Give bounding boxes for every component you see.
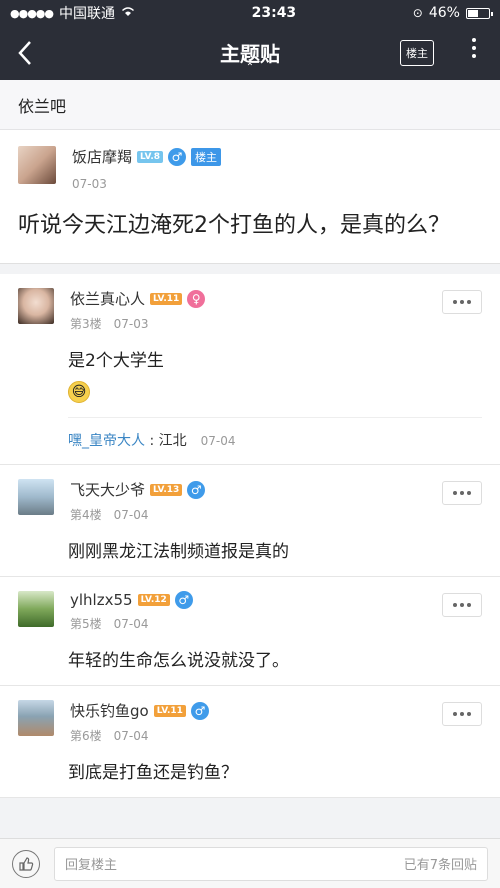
only-owner-button[interactable]: 楼主: [400, 40, 434, 66]
reply-date: 07-04: [113, 729, 149, 743]
status-bar: ●●●●● 中国联通 23:43 ⊙ 46%: [0, 0, 500, 26]
reply-item: ylhlzx55 LV.12 ♂ 第5楼 07-04 年轻的生命怎么说没就没了。: [0, 577, 500, 686]
post-date: 07-03: [72, 177, 107, 191]
level-badge: LV.11: [153, 704, 186, 717]
wifi-icon: [121, 5, 135, 21]
sub-reply[interactable]: 嘿_皇帝大人 : 江北 07-04: [68, 417, 482, 450]
avatar[interactable]: [18, 700, 54, 736]
reply-more-button[interactable]: [442, 593, 482, 617]
level-badge: LV.8: [137, 150, 163, 163]
reply-input-placeholder: 回复楼主: [65, 858, 118, 873]
orientation-lock-icon: ⊙: [412, 6, 423, 20]
avatar[interactable]: [18, 479, 54, 515]
post-content: 听说今天江边淹死2个打鱼的人，是真的么？: [18, 213, 450, 238]
reply-content: 到底是打鱼还是钓鱼？: [68, 763, 238, 783]
clock: 23:43: [251, 5, 297, 21]
floor-number: 第5楼: [70, 617, 102, 631]
reply-content: 是2个大学生: [68, 351, 164, 371]
sub-reply-date: 07-04: [200, 434, 236, 448]
reply-item: 依兰真心人 LV.11 ♀ 第3楼 07-03 是2个大学生 😅 嘿_皇帝大人 :…: [0, 274, 500, 465]
reply-item: 快乐钓鱼go LV.11 ♂ 第6楼 07-04 到底是打鱼还是钓鱼？: [0, 686, 500, 798]
floor-number: 第4楼: [70, 508, 102, 522]
reply-date: 07-04: [113, 508, 149, 522]
sub-reply-username[interactable]: 嘿_皇帝大人: [68, 433, 145, 449]
carrier-label: 中国联通: [59, 6, 115, 22]
level-badge: LV.12: [137, 594, 170, 606]
sweat-emoji-icon: 😅: [68, 381, 90, 403]
thumbs-up-button[interactable]: [12, 849, 40, 878]
original-post: 饭店摩羯 LV.8 ♂ 楼主 07-03 听说今天江边淹死2个打鱼的人，是真的么…: [0, 130, 500, 264]
avatar[interactable]: [18, 591, 54, 627]
reply-more-button[interactable]: [442, 702, 482, 726]
reply-username[interactable]: 依兰真心人: [70, 288, 145, 309]
thumbs-up-icon: [19, 856, 34, 871]
sub-reply-text: : 江北: [145, 433, 187, 449]
more-dot-icon: [472, 54, 476, 58]
level-badge: LV.11: [150, 292, 183, 305]
reply-date: 07-03: [113, 317, 149, 331]
back-button[interactable]: [0, 26, 50, 80]
avatar[interactable]: [18, 288, 54, 324]
reply-username[interactable]: ylhlzx55: [70, 591, 133, 609]
female-icon: ♀: [187, 289, 206, 308]
male-icon: ♂: [190, 701, 209, 720]
chevron-left-icon: [18, 41, 31, 65]
reply-input[interactable]: 回复楼主 已有7条回贴: [54, 846, 488, 881]
reply-count: 已有7条回贴: [403, 858, 477, 873]
male-icon: ♂: [168, 147, 186, 166]
battery-percent: 46%: [428, 5, 460, 21]
reply-username[interactable]: 快乐钓鱼go: [70, 700, 149, 721]
op-username[interactable]: 饭店摩羯: [72, 146, 132, 167]
forum-name: 依兰吧: [18, 96, 67, 116]
top-bar: ●●●●● 中国联通 23:43 ⊙ 46% 主题贴 ⌃ 楼主: [0, 0, 500, 80]
more-dot-icon: [472, 38, 476, 42]
reply-username[interactable]: 飞天大少爷: [70, 479, 145, 500]
reply-date: 07-04: [113, 617, 149, 631]
reply-content: 年轻的生命怎么说没就没了。: [68, 651, 289, 671]
more-menu-button[interactable]: [472, 38, 476, 58]
forum-name-bar[interactable]: 依兰吧: [0, 80, 500, 130]
avatar[interactable]: [18, 146, 56, 184]
reply-more-button[interactable]: [442, 290, 482, 314]
bottom-reply-bar: 回复楼主 已有7条回贴: [0, 838, 500, 888]
nav-bar: 主题贴 ⌃ 楼主: [0, 26, 500, 80]
reply-item: 飞天大少爷 LV.13 ♂ 第4楼 07-04 刚刚黑龙江法制频道报是真的: [0, 465, 500, 577]
male-icon: ♂: [187, 480, 206, 499]
male-icon: ♂: [174, 591, 193, 609]
signal-icon: ●●●●●: [10, 6, 54, 20]
reply-more-button[interactable]: [442, 481, 482, 505]
level-badge: LV.13: [150, 483, 183, 496]
owner-badge: 楼主: [191, 147, 221, 166]
floor-number: 第6楼: [70, 729, 102, 743]
reply-content: 刚刚黑龙江法制频道报是真的: [68, 542, 289, 562]
floor-number: 第3楼: [70, 317, 102, 331]
more-dot-icon: [472, 46, 476, 50]
battery-icon: [465, 7, 493, 19]
